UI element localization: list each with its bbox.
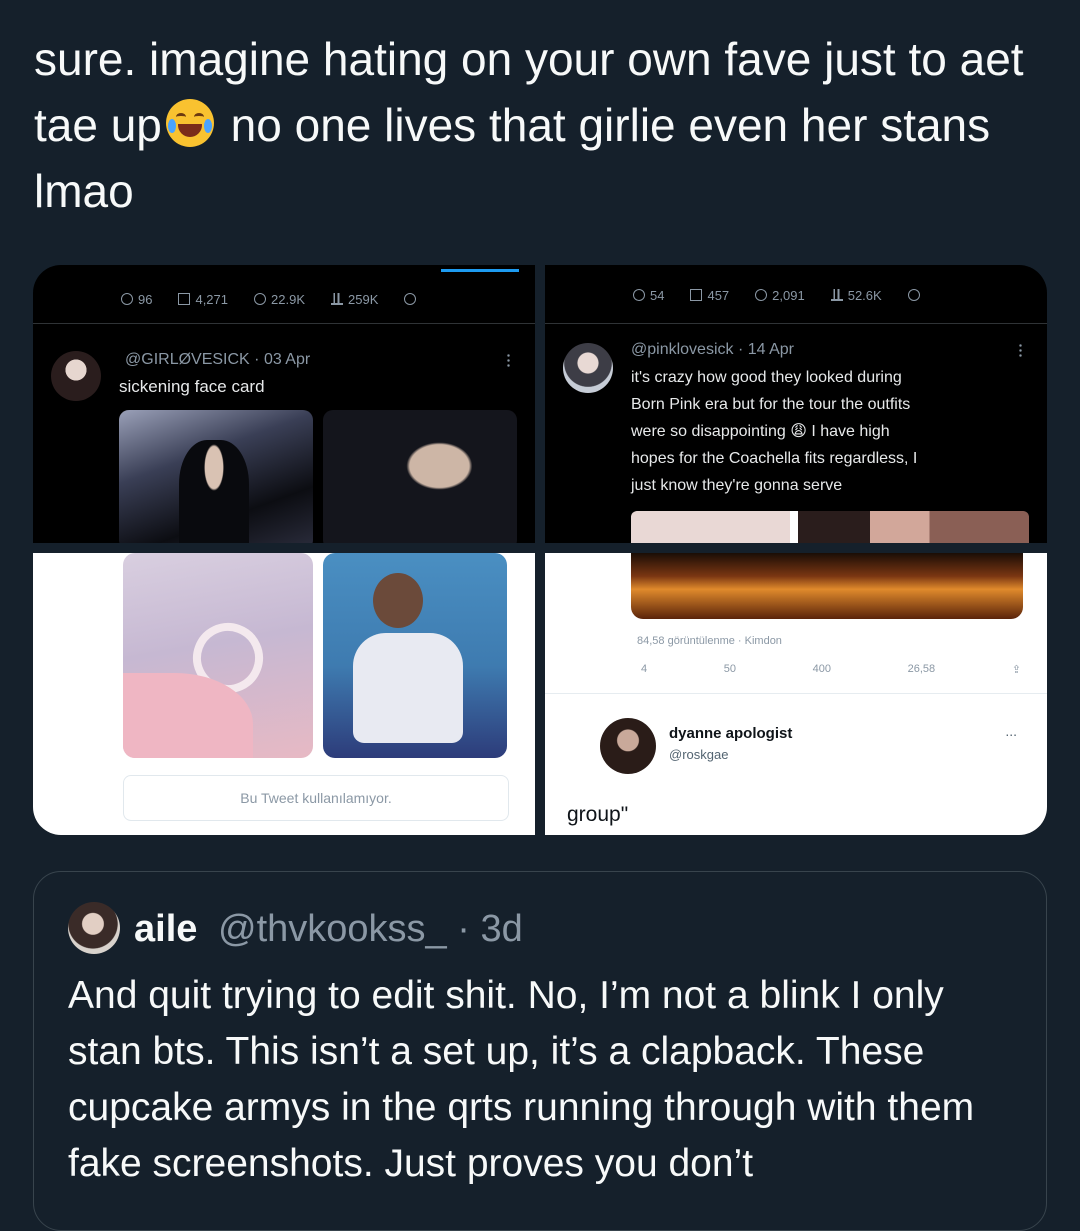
more-icon xyxy=(1019,343,1022,357)
handle-date: @pinklovesick · 14 Apr xyxy=(631,341,794,358)
photo-strip xyxy=(631,511,1029,543)
heart-icon xyxy=(254,293,267,305)
retweet-icon xyxy=(690,289,703,301)
post-line: were so disappointing 😩 I have high xyxy=(631,423,890,440)
views-icon xyxy=(331,293,343,305)
view-count: 26,58 xyxy=(907,663,936,675)
heart-icon xyxy=(755,289,768,301)
retweet-count: 457 xyxy=(707,287,730,303)
avatar[interactable] xyxy=(68,902,120,954)
photo xyxy=(323,410,517,543)
stats-row: 54 457 2,091 52.6K xyxy=(545,283,1047,307)
reply-icon xyxy=(633,289,645,301)
quoted-tweet[interactable]: aile @thvkookss_ · 3d And quit trying to… xyxy=(33,871,1047,1231)
media-image-2[interactable]: 54 457 2,091 52.6K @pinklovesick · 14 Ap… xyxy=(545,265,1047,543)
retweet-count: 4,271 xyxy=(195,291,229,307)
photo xyxy=(323,553,507,758)
view-count: 52.6K xyxy=(847,287,882,303)
reply-count: 4 xyxy=(641,663,648,675)
post-line: it's crazy how good they looked during xyxy=(631,369,902,386)
reply-icon xyxy=(121,293,133,305)
photo xyxy=(119,410,313,543)
avatar xyxy=(51,351,101,401)
stats-row: 96 4,271 22.9K 259K xyxy=(33,287,535,311)
retweet-icon xyxy=(178,293,191,305)
more-icon xyxy=(507,353,510,367)
divider xyxy=(545,323,1047,324)
photo xyxy=(123,553,313,758)
more-icon: ... xyxy=(1005,723,1017,739)
like-count: 2,091 xyxy=(772,287,805,303)
retweet-count: 50 xyxy=(723,663,736,675)
user-name: dyanne apologist xyxy=(669,725,793,742)
action-row: 4 50 400 26,58 ⇪ xyxy=(641,663,1021,676)
quote-author-handle[interactable]: @thvkookss_ · 3d xyxy=(218,908,523,951)
view-meta: 84,58 görüntülenme · Kimdon xyxy=(637,635,782,647)
unavailable-notice: Bu Tweet kullanılamıyor. xyxy=(123,775,509,821)
quote-text: And quit trying to edit shit. No, I’m no… xyxy=(68,974,975,1185)
trailing-text: group" xyxy=(567,803,629,826)
share-icon xyxy=(404,293,417,305)
view-count: 259K xyxy=(348,291,379,307)
views-icon xyxy=(830,289,843,301)
reply-count: 54 xyxy=(650,287,665,303)
avatar xyxy=(563,343,613,393)
share-icon xyxy=(907,289,920,301)
divider xyxy=(33,323,535,324)
share-icon: ⇪ xyxy=(1011,664,1021,676)
post-line: just know they're gonna serve xyxy=(631,477,843,494)
like-count: 400 xyxy=(812,663,831,675)
post-line: Born Pink era but for the tour the outfi… xyxy=(631,396,911,413)
avatar xyxy=(600,718,656,774)
like-count: 22.9K xyxy=(271,291,305,307)
post-text: it's crazy how good they looked during B… xyxy=(631,364,917,499)
tab-indicator xyxy=(441,269,519,272)
tweet-text: sure. imagine hating on your own fave ju… xyxy=(34,26,1044,224)
media-image-3[interactable]: Bu Tweet kullanılamıyor. xyxy=(33,553,535,835)
post-line: hopes for the Coachella fits regardless,… xyxy=(631,450,918,467)
media-grid[interactable]: 96 4,271 22.9K 259K @GIRLØVESICK · 03 Ap… xyxy=(33,265,1047,835)
media-image-1[interactable]: 96 4,271 22.9K 259K @GIRLØVESICK · 03 Ap… xyxy=(33,265,535,543)
divider xyxy=(545,693,1047,694)
media-image-4[interactable]: 84,58 görüntülenme · Kimdon 4 50 400 26,… xyxy=(545,553,1047,835)
post-text: sickening face card xyxy=(119,377,265,396)
user-handle: @roskgae xyxy=(669,747,729,762)
photo xyxy=(631,553,1023,619)
quote-author-name[interactable]: aile xyxy=(134,908,197,951)
reply-count: 96 xyxy=(138,291,153,307)
handle-date: @GIRLØVESICK · 03 Apr xyxy=(125,351,311,368)
face-with-tears-of-joy-icon xyxy=(165,99,214,147)
